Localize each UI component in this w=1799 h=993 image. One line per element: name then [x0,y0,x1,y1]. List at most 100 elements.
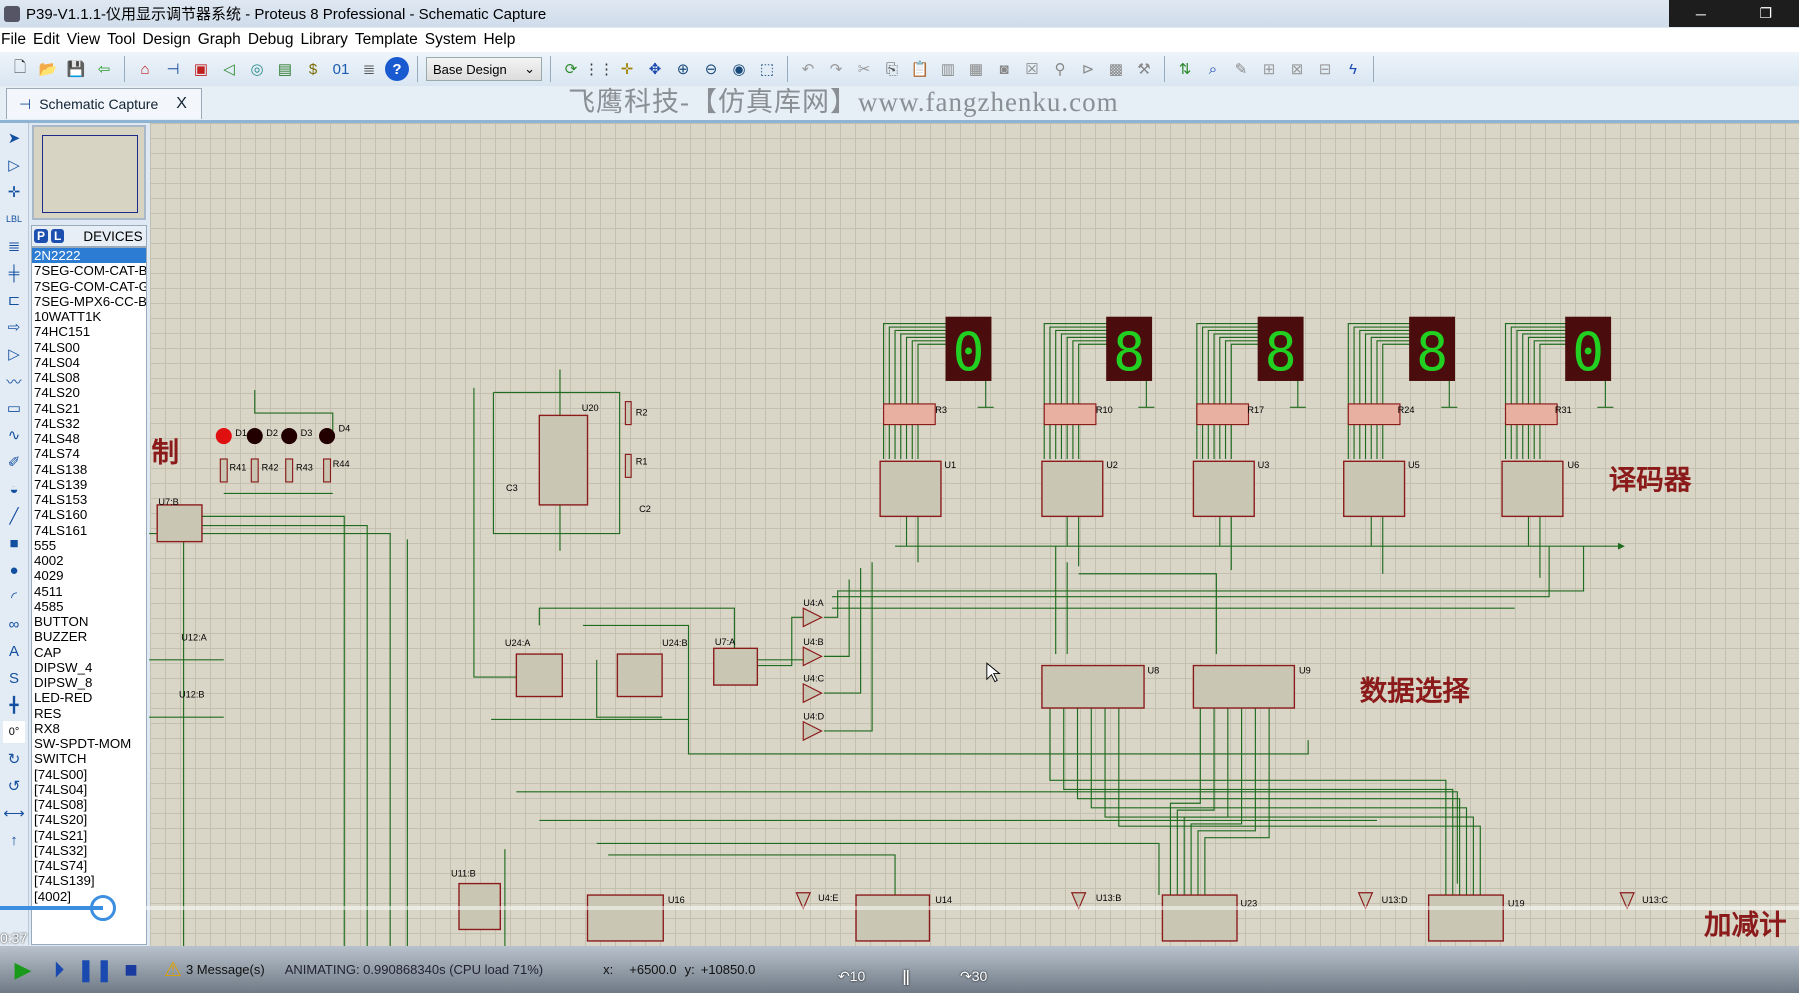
device-list-item[interactable]: 74LS74 [32,446,146,461]
device-list-item[interactable]: 74LS161 [32,523,146,538]
mirror-x-icon[interactable]: ⟷ [3,802,25,824]
bom-icon[interactable]: ▤ [273,57,297,81]
device-list-item[interactable]: 10WATT1K [32,309,146,324]
device-list-item[interactable]: 74LS153 [32,492,146,507]
menu-graph[interactable]: Graph [197,31,247,49]
device-list-item[interactable]: [4002] [32,889,146,904]
terminal-icon[interactable]: ⇨ [3,316,25,338]
pan-icon[interactable]: ✥ [643,57,667,81]
video-pause-button[interactable]: ‖ [902,968,910,991]
path-icon[interactable]: ∞ [3,613,25,635]
menu-debug[interactable]: Debug [247,31,300,49]
open-folder-icon[interactable]: 📂 [36,57,60,81]
save-icon[interactable]: 💾 [64,57,88,81]
tape-recorder-icon[interactable]: ▭ [3,397,25,419]
select-arrow-icon[interactable]: ➤ [3,127,25,149]
device-list-item[interactable]: 74LS138 [32,462,146,477]
device-list-item[interactable]: BUTTON [32,614,146,629]
device-list-item[interactable]: 74HC151 [32,324,146,339]
new-file-icon[interactable]: 🗋 [8,57,32,81]
block-move-icon[interactable]: ▦ [964,57,988,81]
origin-icon[interactable]: ✛ [615,57,639,81]
source-code-icon[interactable]: 01 [329,57,353,81]
device-list-item[interactable]: RX8 [32,721,146,736]
help-icon[interactable]: ? [385,57,409,81]
device-list-item[interactable]: CAP [32,645,146,660]
device-list-item[interactable]: [74LS20] [32,812,146,827]
exit-to-parent-icon[interactable]: ⊟ [1313,57,1337,81]
exit-icon[interactable]: ⇦ [92,57,116,81]
schematic-canvas[interactable] [150,123,1799,946]
rewind-10-button[interactable]: ↶10 [838,968,865,985]
device-list-item[interactable]: SWITCH [32,751,146,766]
device-list-item[interactable]: [74LS32] [32,843,146,858]
device-list-item[interactable]: BUZZER [32,629,146,644]
cut-icon[interactable]: ✂ [852,57,876,81]
overview-window[interactable] [32,125,146,220]
device-list-item[interactable]: 7SEG-COM-CAT-G [32,279,146,294]
device-list-item[interactable]: RES [32,706,146,721]
remove-sheet-icon[interactable]: ⊠ [1285,57,1309,81]
library-manager-button[interactable]: L [51,229,65,243]
component-icon[interactable]: ▷ [3,154,25,176]
line-icon[interactable]: ╱ [3,505,25,527]
device-list-item[interactable]: LED-RED [32,690,146,705]
tab-schematic-capture[interactable]: ⊣ Schematic Capture X [6,88,202,119]
video-progress-handle[interactable] [90,895,116,921]
mirror-y-icon[interactable]: ↑ [3,829,25,851]
zoom-in-icon[interactable]: ⊕ [671,57,695,81]
symbol-icon[interactable]: S [3,667,25,689]
make-device-icon[interactable]: ⊳ [1076,57,1100,81]
cost-icon[interactable]: $ [301,57,325,81]
pause-button[interactable]: ❚❚ [77,957,114,983]
forward-30-button[interactable]: ↷30 [960,968,987,985]
device-list-item[interactable]: 4511 [32,584,146,599]
virtual-instrument-icon[interactable]: ◒ [3,478,25,500]
notes-icon[interactable]: ≣ [357,57,381,81]
3d-viewer-icon[interactable]: ◎ [245,57,269,81]
block-rotate-icon[interactable]: ◙ [992,57,1016,81]
electrical-rules-icon[interactable]: ϟ [1341,57,1365,81]
device-list-item[interactable]: 74LS04 [32,355,146,370]
device-list-item[interactable]: 74LS160 [32,507,146,522]
generator-icon[interactable]: ∿ [3,424,25,446]
circle-icon[interactable]: ● [3,559,25,581]
device-list-item[interactable]: 7SEG-MPX6-CC-BL [32,294,146,309]
bus-icon[interactable]: ╪ [3,262,25,284]
new-sheet-icon[interactable]: ⊞ [1257,57,1281,81]
device-list-item[interactable]: [74LS139] [32,873,146,888]
graph-icon[interactable]: 〰 [3,370,25,392]
device-list-item[interactable]: 74LS48 [32,431,146,446]
design-variant-select[interactable]: Base Design ⌄ [426,57,542,81]
subcircuit-icon[interactable]: ⊏ [3,289,25,311]
paste-icon[interactable]: 📋 [908,57,932,81]
device-list-item[interactable]: [74LS08] [32,797,146,812]
device-list-item[interactable]: 555 [32,538,146,553]
wire-autorouter-icon[interactable]: ⇅ [1173,57,1197,81]
zoom-all-icon[interactable]: ◉ [727,57,751,81]
device-list-item[interactable]: 7SEG-COM-CAT-B [32,263,146,278]
redo-icon[interactable]: ↷ [824,57,848,81]
device-list-item[interactable]: 74LS20 [32,385,146,400]
device-list-item[interactable]: [74LS21] [32,828,146,843]
step-button[interactable]: ⏵ [46,957,72,983]
tab-close-button[interactable]: X [176,95,187,113]
pcb-icon[interactable]: ▣ [189,57,213,81]
block-copy-icon[interactable]: ▥ [936,57,960,81]
block-delete-icon[interactable]: ☒ [1020,57,1044,81]
copy-icon[interactable]: ⎘ [880,57,904,81]
decompose-icon[interactable]: ⚒ [1132,57,1156,81]
device-list-item[interactable]: 4029 [32,568,146,583]
refresh-icon[interactable]: ⟳ [559,57,583,81]
device-pin-icon[interactable]: ▷ [3,343,25,365]
undo-icon[interactable]: ↶ [796,57,820,81]
home-icon[interactable]: ⌂ [133,57,157,81]
menu-library[interactable]: Library [300,31,354,49]
text-script-icon[interactable]: ≣ [3,235,25,257]
rotate-ccw-icon[interactable]: ↺ [3,775,25,797]
search-icon[interactable]: ⌕ [1201,57,1225,81]
video-progress-bar[interactable] [0,895,1799,921]
grid-icon[interactable]: ⋮⋮ [584,57,614,81]
device-list-item[interactable]: 74LS139 [32,477,146,492]
device-list-item[interactable]: SW-SPDT-MOM [32,736,146,751]
